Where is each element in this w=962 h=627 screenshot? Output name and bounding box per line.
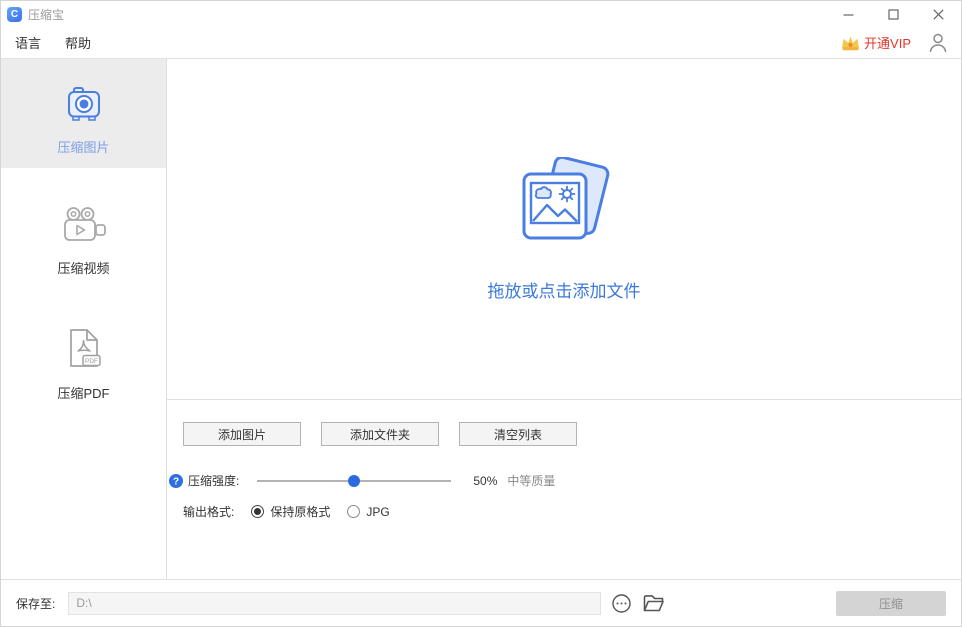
window-title: 压缩宝 [28,6,64,23]
controls-panel: 添加图片 添加文件夹 清空列表 ? 压缩强度: 50% [167,400,961,579]
pdf-file-icon: PDF [63,327,105,369]
account-button[interactable] [929,33,947,53]
compress-button[interactable]: 压缩 [836,591,946,616]
add-folder-button[interactable]: 添加文件夹 [321,422,439,446]
sidebar-item-label: 压缩PDF [57,383,109,402]
browse-path-button[interactable] [612,594,631,613]
compression-strength-row: ? 压缩强度: 50% 中等质量 [167,472,961,489]
question-icon: ? [169,474,183,488]
svg-text:PDF: PDF [85,358,98,365]
sidebar: 压缩图片 压缩视频 [1,59,167,579]
folder-icon [642,593,665,613]
person-icon [929,33,947,53]
crown-icon [840,34,861,52]
radio-unselected-icon [347,505,360,518]
menubar-right: 开通VIP [840,33,947,53]
file-drop-zone[interactable]: 拖放或点击添加文件 [167,59,961,400]
sidebar-item-label: 压缩视频 [57,258,109,277]
open-folder-button[interactable] [642,593,665,613]
minimize-icon [843,9,854,20]
ellipsis-icon [612,594,631,613]
open-vip-button[interactable]: 开通VIP [840,33,911,52]
drop-hint-text: 拖放或点击添加文件 [488,277,641,302]
radio-selected-icon [251,505,264,518]
close-button[interactable] [916,1,961,27]
sidebar-item-label: 压缩图片 [57,137,109,156]
output-format-row: 输出格式: 保持原格式 JPG [167,503,961,520]
menu-help[interactable]: 帮助 [65,33,91,52]
help-button[interactable]: ? [169,474,183,488]
radio-option-label: 保持原格式 [270,503,330,520]
radio-keep-original-format[interactable]: 保持原格式 [251,503,330,520]
menu-bar: 语言 帮助 开通VIP [1,27,961,59]
maximize-icon [888,9,899,20]
menu-language[interactable]: 语言 [15,33,41,52]
save-path-input[interactable] [68,592,601,615]
minimize-button[interactable] [826,1,871,27]
save-to-label: 保存至: [16,595,55,612]
bottom-bar: 保存至: 压缩 [1,579,961,626]
strength-slider[interactable] [257,480,451,482]
sidebar-item-compress-image[interactable]: 压缩图片 [1,59,166,168]
output-format-label: 输出格式: [183,503,234,520]
app-window: C 压缩宝 语言 帮助 [0,0,962,627]
close-icon [933,9,944,20]
strength-value: 50% [473,474,497,488]
radio-jpg-format[interactable]: JPG [347,505,389,519]
window-controls [826,1,961,27]
sidebar-item-compress-video[interactable]: 压缩视频 [1,182,166,289]
open-vip-label: 开通VIP [864,33,911,52]
maximize-button[interactable] [871,1,916,27]
photos-icon [511,157,617,255]
camera-icon [62,83,106,123]
clear-list-button[interactable]: 清空列表 [459,422,577,446]
svg-text:?: ? [173,476,179,487]
sidebar-item-compress-pdf[interactable]: PDF 压缩PDF [1,303,166,414]
radio-option-label: JPG [366,505,389,519]
video-camera-icon [60,206,107,244]
add-images-button[interactable]: 添加图片 [183,422,301,446]
window-body: 压缩图片 压缩视频 [1,59,961,579]
strength-label: 压缩强度: [188,472,239,489]
quality-text: 中等质量 [507,472,555,489]
slider-thumb[interactable] [348,475,360,487]
app-logo-icon: C [7,7,22,22]
title-bar: C 压缩宝 [1,1,961,27]
list-actions-row: 添加图片 添加文件夹 清空列表 [167,422,961,446]
main-panel: 拖放或点击添加文件 添加图片 添加文件夹 清空列表 ? 压缩强度: [167,59,961,579]
